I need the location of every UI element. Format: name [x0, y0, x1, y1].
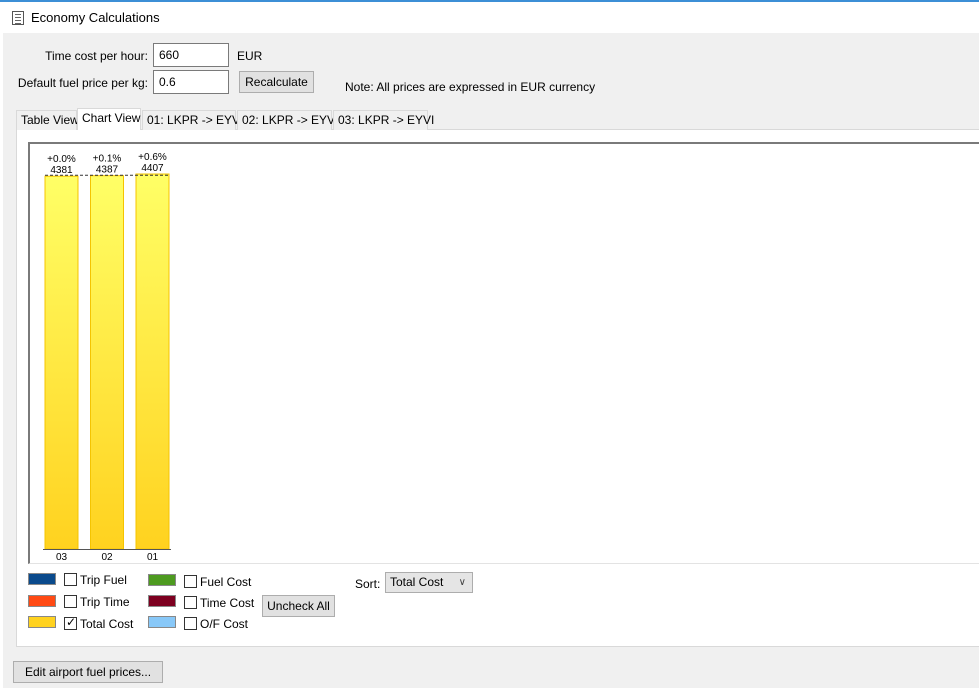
- legend-swatch-trip-fuel: [28, 573, 56, 585]
- bar-percent-label: +0.0%: [47, 154, 76, 165]
- label-fuel-cost: Fuel Cost: [200, 575, 252, 589]
- x-tick-label: 01: [147, 552, 159, 563]
- label-time-cost: Time Cost: [200, 596, 255, 610]
- checkbox-trip-fuel[interactable]: [64, 573, 77, 586]
- title-bar: Economy Calculations: [0, 2, 979, 33]
- checkbox-trip-time[interactable]: [64, 595, 77, 608]
- tab-route-02[interactable]: 02: LKPR -> EYVI: [237, 110, 338, 130]
- bar-percent-label: +0.1%: [93, 154, 122, 165]
- bar-02: [90, 175, 124, 550]
- edit-airport-fuel-prices-button[interactable]: Edit airport fuel prices...: [13, 661, 163, 683]
- bar-value-label: 4407: [141, 163, 164, 174]
- time-cost-unit: EUR: [237, 49, 263, 63]
- label-trip-fuel: Trip Fuel: [80, 573, 127, 587]
- window-title: Economy Calculations: [31, 10, 160, 25]
- x-tick-label: 03: [56, 552, 68, 563]
- document-icon: [12, 11, 24, 25]
- bar-value-label: 4387: [96, 165, 119, 176]
- tab-route-03[interactable]: 03: LKPR -> EYVI: [333, 110, 434, 130]
- fuel-price-input[interactable]: [153, 70, 229, 94]
- bar-01: [135, 173, 170, 550]
- time-cost-input[interactable]: [153, 43, 229, 67]
- tab-table-view[interactable]: Table View: [16, 110, 79, 130]
- recalculate-button[interactable]: Recalculate: [239, 71, 314, 93]
- chevron-down-icon: ∨: [458, 577, 466, 588]
- label-total-cost: Total Cost: [80, 617, 134, 631]
- legend-swatch-of-cost: [148, 616, 176, 628]
- checkbox-fuel-cost[interactable]: [184, 575, 197, 588]
- label-trip-time: Trip Time: [80, 595, 130, 609]
- sort-select[interactable]: Total Cost ∨: [385, 572, 473, 593]
- checkbox-of-cost[interactable]: [184, 617, 197, 630]
- label-of-cost: O/F Cost: [200, 617, 249, 631]
- bar-03: [44, 175, 79, 550]
- bar-value-label: 4381: [50, 165, 73, 176]
- tab-chart-view[interactable]: Chart View: [77, 108, 141, 130]
- legend-swatch-trip-time: [28, 595, 56, 607]
- x-tick-label: 02: [101, 552, 113, 563]
- time-cost-label: Time cost per hour:: [45, 49, 148, 63]
- checkbox-total-cost[interactable]: ✓: [64, 615, 77, 630]
- sort-label: Sort:: [355, 577, 381, 591]
- legend-swatch-total-cost: [28, 616, 56, 628]
- legend-swatch-fuel-cost: [148, 574, 176, 586]
- bar-percent-label: +0.6%: [138, 152, 167, 163]
- uncheck-all-button[interactable]: Uncheck All: [262, 595, 335, 617]
- bar-chart: +0.0%4381 03 +0.1%4387 02 +0.6%4407 01: [43, 152, 171, 563]
- currency-note: Note: All prices are expressed in EUR cu…: [345, 80, 596, 94]
- fuel-price-label: Default fuel price per kg:: [17, 76, 148, 90]
- tab-route-01[interactable]: 01: LKPR -> EYVI: [142, 110, 243, 130]
- checkbox-time-cost[interactable]: [184, 596, 197, 609]
- sort-select-value: Total Cost: [390, 575, 444, 589]
- legend-swatch-time-cost: [148, 595, 176, 607]
